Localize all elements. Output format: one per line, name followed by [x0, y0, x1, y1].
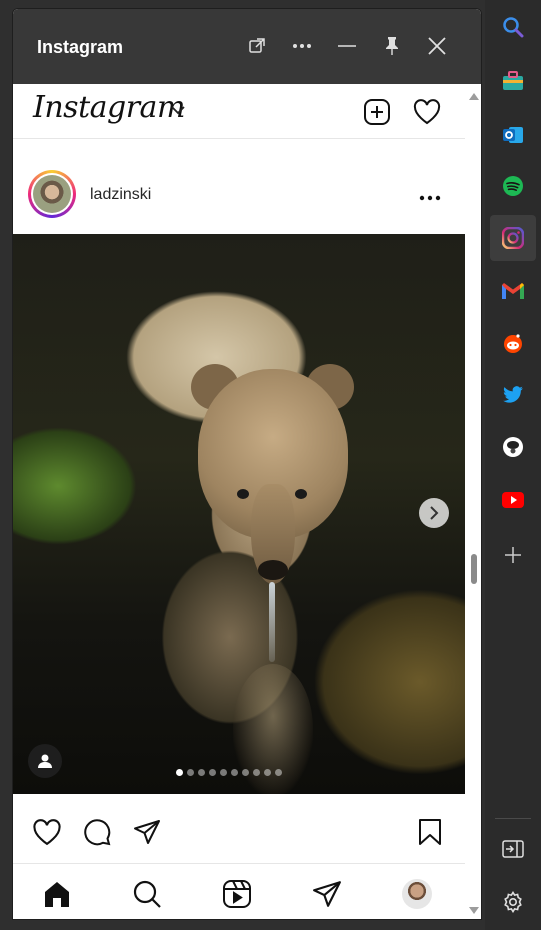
notifications-button[interactable]	[411, 96, 443, 128]
open-external-button[interactable]	[239, 31, 275, 61]
chevron-right-icon	[430, 506, 439, 520]
save-icon	[419, 819, 441, 845]
carousel-dot	[209, 769, 216, 776]
story-avatar[interactable]	[28, 170, 76, 218]
sidebar-divider	[495, 818, 531, 819]
carousel-dot	[220, 769, 227, 776]
nav-profile[interactable]	[400, 877, 434, 911]
post-actions	[13, 794, 465, 864]
tagged-users-button[interactable]	[28, 744, 62, 778]
search-icon	[133, 880, 161, 908]
nav-reels[interactable]	[220, 877, 254, 911]
profile-avatar	[402, 879, 432, 909]
scrollbar-thumb[interactable]	[471, 554, 477, 584]
sidebar-item-gmail[interactable]	[485, 268, 541, 314]
app-root: Instagram Instagram ladzinski	[0, 0, 541, 930]
carousel-dot	[253, 769, 260, 776]
pin-button[interactable]	[374, 31, 410, 61]
sidebar-item-reddit[interactable]	[485, 320, 541, 366]
sidebar-item-search[interactable]	[485, 4, 541, 50]
sidebar-item-spotify[interactable]	[485, 163, 541, 209]
add-icon	[505, 547, 521, 563]
minimize-icon	[338, 45, 356, 47]
spotify-icon	[503, 176, 523, 196]
save-button[interactable]	[414, 816, 446, 848]
more-options-button[interactable]	[284, 31, 320, 61]
scroll-down-arrow-icon[interactable]	[469, 907, 479, 914]
sidebar-pane: Instagram Instagram ladzinski	[12, 8, 482, 920]
outlook-icon	[503, 127, 523, 143]
carousel-indicator	[176, 769, 282, 776]
scroll-up-arrow-icon[interactable]	[469, 93, 479, 100]
settings-icon	[504, 891, 522, 913]
chevron-down-icon	[171, 106, 185, 115]
heart-icon	[33, 818, 61, 845]
like-button[interactable]	[31, 816, 63, 848]
sidebar-item-shopping[interactable]	[485, 58, 541, 104]
search-icon	[503, 17, 524, 38]
new-post-button[interactable]	[361, 96, 393, 128]
bubble-app-icon	[503, 437, 523, 457]
sidebar-add-button[interactable]	[485, 532, 541, 578]
reels-icon	[223, 880, 251, 908]
home-icon	[45, 882, 69, 907]
shopping-icon	[503, 71, 523, 90]
heart-icon	[413, 99, 441, 125]
close-button[interactable]	[419, 31, 455, 61]
carousel-dot	[275, 769, 282, 776]
settings-button[interactable]	[485, 879, 541, 925]
sidebar-toggle-button[interactable]	[485, 826, 541, 872]
account-switch-button[interactable]	[171, 102, 185, 120]
vertical-scrollbar[interactable]	[465, 84, 481, 919]
carousel-dot	[187, 769, 194, 776]
instagram-webview: Instagram ladzinski	[13, 84, 465, 919]
sidebar-item-youtube[interactable]	[485, 477, 541, 523]
youtube-icon	[502, 492, 524, 508]
comment-icon	[84, 819, 111, 846]
minimize-button[interactable]	[329, 31, 365, 61]
pin-icon	[386, 37, 398, 55]
new-post-icon	[364, 99, 390, 125]
share-icon	[134, 820, 160, 844]
share-button[interactable]	[131, 816, 163, 848]
post-username[interactable]: ladzinski	[90, 186, 151, 204]
nav-home[interactable]	[40, 877, 74, 911]
instagram-logo[interactable]: Instagram	[33, 90, 185, 125]
sidebar-toggle-icon	[502, 840, 524, 858]
instagram-header: Instagram	[13, 84, 465, 139]
carousel-dot	[231, 769, 238, 776]
pane-titlebar: Instagram	[13, 9, 481, 84]
carousel-dot	[198, 769, 205, 776]
sidebar-item-twitter[interactable]	[485, 372, 541, 418]
twitter-icon	[503, 386, 523, 403]
instagram-icon	[502, 227, 524, 249]
nav-direct[interactable]	[310, 877, 344, 911]
direct-icon	[313, 881, 341, 907]
nav-search[interactable]	[130, 877, 164, 911]
sidebar-item-outlook[interactable]	[485, 112, 541, 158]
sidebar-item-bubble-app[interactable]	[485, 424, 541, 470]
reddit-icon	[504, 334, 522, 353]
post-options-button[interactable]	[415, 188, 445, 208]
gmail-icon	[502, 283, 524, 299]
close-icon	[428, 37, 446, 55]
carousel-dot	[176, 769, 183, 776]
carousel-next-button[interactable]	[419, 498, 449, 528]
post-photo[interactable]	[13, 234, 465, 794]
app-sidebar	[485, 0, 541, 930]
open-external-icon	[249, 38, 265, 53]
carousel-dot	[264, 769, 271, 776]
more-icon	[419, 195, 441, 201]
post-header: ladzinski	[13, 140, 465, 234]
avatar	[33, 175, 71, 213]
more-icon	[293, 44, 311, 48]
user-icon	[38, 754, 52, 768]
pane-title: Instagram	[37, 37, 124, 57]
bottom-navigation	[13, 865, 465, 919]
sidebar-item-instagram[interactable]	[485, 215, 541, 261]
carousel-dot	[242, 769, 249, 776]
comment-button[interactable]	[81, 816, 113, 848]
